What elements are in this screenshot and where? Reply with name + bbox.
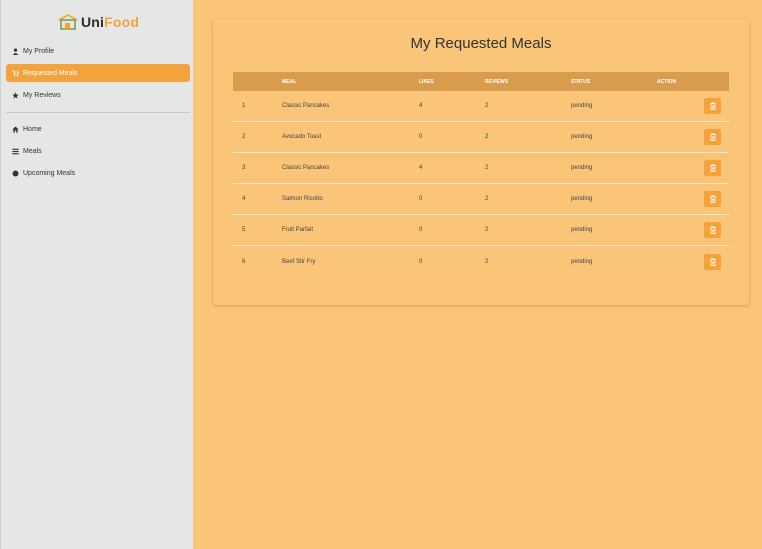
row-index: 2 bbox=[242, 134, 246, 140]
table-row: 6 Beef Stir Fry 0 2 pending bbox=[233, 246, 729, 277]
reviews-count: 2 bbox=[485, 196, 489, 202]
logo[interactable]: UniFood bbox=[57, 14, 139, 30]
sidebar-item-my-reviews[interactable]: My Reviews bbox=[6, 86, 190, 104]
row-index: 1 bbox=[242, 103, 246, 109]
meal-name: Beef Stir Fry bbox=[282, 258, 316, 265]
sidebar-item-home[interactable]: Home bbox=[6, 120, 190, 138]
sidebar-item-label: Home bbox=[23, 125, 42, 133]
likes-count: 0 bbox=[419, 134, 423, 140]
row-index: 5 bbox=[242, 227, 246, 233]
status-text: pending bbox=[571, 165, 593, 171]
delete-button[interactable] bbox=[704, 222, 721, 238]
column-header-reviews: REVIEWS bbox=[485, 78, 509, 85]
column-header-status: STATUS bbox=[571, 78, 591, 85]
status-text: pending bbox=[571, 196, 593, 202]
sidebar-item-label: My Reviews bbox=[23, 91, 61, 99]
likes-count: 0 bbox=[419, 227, 423, 233]
sidebar-item-my-profile[interactable]: My Profile bbox=[6, 42, 190, 60]
likes-count: 0 bbox=[419, 196, 423, 202]
sidebar-item-label: Upcoming Meals bbox=[23, 169, 76, 177]
sidebar-divider bbox=[6, 112, 190, 113]
sidebar-item-label: Meals bbox=[23, 147, 42, 155]
delete-button[interactable] bbox=[704, 160, 721, 176]
column-header-meal: MEAL bbox=[282, 78, 297, 85]
action-cell bbox=[657, 253, 729, 270]
delete-button[interactable] bbox=[704, 98, 721, 114]
table-row: 3 Classic Pancakes 4 2 pending bbox=[233, 153, 729, 184]
row-index: 3 bbox=[242, 165, 246, 171]
trash-icon bbox=[709, 195, 716, 203]
action-cell bbox=[657, 98, 729, 114]
action-cell bbox=[657, 129, 729, 145]
table-row: 5 Fruit Parfait 0 2 pending bbox=[233, 215, 729, 246]
logo-text-uni: Uni bbox=[81, 14, 105, 30]
action-cell bbox=[657, 222, 729, 238]
reviews-count: 2 bbox=[485, 165, 489, 171]
meal-name: Classic Pancakes bbox=[282, 165, 330, 171]
reviews-count: 2 bbox=[485, 134, 489, 140]
row-index: 4 bbox=[242, 196, 246, 202]
requested-meals-table: MEAL LIKES REVIEWS STATUS ACTION 1 Class… bbox=[233, 72, 729, 277]
sidebar-nav-main: Home Meals Upcoming Meals bbox=[6, 120, 190, 186]
delete-button[interactable] bbox=[704, 253, 721, 270]
sidebar-item-meals[interactable]: Meals bbox=[6, 142, 190, 160]
sidebar: UniFood My Profile Requested Meals My Re… bbox=[0, 0, 193, 549]
store-icon bbox=[58, 14, 78, 30]
reviews-count: 2 bbox=[485, 258, 489, 265]
meal-name: Avocado Toast bbox=[282, 134, 322, 140]
meal-name: Salmon Risotto bbox=[282, 196, 323, 202]
delete-button[interactable] bbox=[704, 191, 721, 207]
trash-icon bbox=[709, 226, 716, 234]
status-text: pending bbox=[571, 227, 593, 233]
sidebar-item-label: My Profile bbox=[23, 47, 55, 55]
delete-button[interactable] bbox=[704, 129, 721, 145]
home-icon bbox=[12, 126, 19, 133]
meal-name: Classic Pancakes bbox=[282, 103, 330, 109]
table-row: 1 Classic Pancakes 4 2 pending bbox=[233, 91, 729, 122]
cart-icon bbox=[12, 69, 19, 77]
page-title: My Requested Meals bbox=[410, 35, 552, 52]
row-index: 6 bbox=[242, 258, 246, 265]
column-header-action: ACTION bbox=[657, 78, 677, 85]
trash-icon bbox=[709, 102, 716, 110]
likes-count: 4 bbox=[419, 103, 423, 109]
trash-icon bbox=[709, 133, 716, 141]
reviews-count: 2 bbox=[485, 103, 489, 109]
action-cell bbox=[657, 160, 729, 176]
sidebar-item-requested-meals[interactable]: Requested Meals bbox=[6, 64, 190, 82]
requested-meals-card: My Requested Meals MEAL LIKES REVIEWS ST… bbox=[213, 19, 749, 305]
meal-name: Fruit Parfait bbox=[282, 227, 314, 233]
sidebar-nav-dashboard: My Profile Requested Meals My Reviews bbox=[6, 42, 190, 108]
column-header-likes: LIKES bbox=[419, 78, 434, 85]
star-icon bbox=[12, 91, 19, 99]
trash-icon bbox=[709, 164, 716, 172]
user-icon bbox=[12, 47, 19, 55]
table-header: MEAL LIKES REVIEWS STATUS ACTION bbox=[233, 72, 729, 91]
likes-count: 4 bbox=[419, 165, 423, 171]
logo-text-food: Food bbox=[104, 14, 140, 30]
table-row: 2 Avocado Toast 0 2 pending bbox=[233, 122, 729, 153]
status-text: pending bbox=[571, 103, 593, 109]
status-text: pending bbox=[571, 134, 593, 140]
circle-icon bbox=[12, 170, 19, 177]
likes-count: 0 bbox=[419, 258, 423, 265]
sidebar-item-upcoming-meals[interactable]: Upcoming Meals bbox=[6, 164, 190, 182]
list-icon bbox=[12, 148, 19, 155]
status-text: pending bbox=[571, 258, 593, 265]
table-row: 4 Salmon Risotto 0 2 pending bbox=[233, 184, 729, 215]
action-cell bbox=[657, 191, 729, 207]
trash-icon bbox=[709, 257, 716, 266]
reviews-count: 2 bbox=[485, 227, 489, 233]
sidebar-item-label: Requested Meals bbox=[23, 69, 78, 77]
